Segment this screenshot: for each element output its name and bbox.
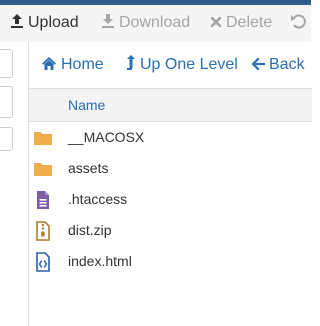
undo-icon [290, 13, 306, 35]
level-up-icon [126, 55, 136, 77]
file-list: __MACOSX assets .htaccess dist.zip index… [29, 122, 312, 277]
back-button[interactable]: Back [251, 55, 305, 77]
html-file-icon [33, 252, 53, 272]
table-row[interactable]: dist.zip [29, 215, 312, 246]
home-icon [41, 56, 57, 77]
table-row[interactable]: assets [29, 153, 312, 184]
delete-button[interactable]: Delete [210, 13, 272, 33]
download-button[interactable]: Download [101, 13, 190, 33]
upload-icon [10, 13, 24, 35]
file-name: index.html [68, 253, 132, 269]
name-column-header[interactable]: Name [68, 96, 105, 114]
home-label: Home [61, 56, 104, 73]
table-row[interactable]: index.html [29, 246, 312, 277]
download-label: Download [119, 14, 191, 31]
file-name: assets [68, 160, 109, 176]
left-panel [0, 42, 13, 326]
file-name: .htaccess [68, 191, 128, 207]
undo-button[interactable] [290, 13, 310, 33]
file-name: dist.zip [68, 222, 112, 238]
toolbar: Upload Download Delete [0, 0, 311, 42]
file-pane: Home Up One Level Back Name __MACOSX ass… [28, 42, 312, 326]
left-panel-field[interactable] [0, 86, 13, 118]
folder-icon [33, 159, 53, 179]
upload-button[interactable]: Upload [10, 13, 79, 33]
table-row[interactable]: __MACOSX [29, 122, 312, 153]
folder-icon [33, 128, 53, 148]
left-panel-field[interactable] [0, 49, 13, 78]
zip-file-icon [33, 221, 53, 241]
file-name: __MACOSX [68, 129, 145, 145]
close-icon [210, 15, 222, 35]
upload-label: Upload [28, 14, 79, 31]
text-file-icon [33, 190, 53, 210]
left-panel-field[interactable] [0, 127, 13, 151]
table-header: Name [29, 89, 312, 122]
download-icon [101, 13, 115, 35]
up-one-level-button[interactable]: Up One Level [126, 55, 238, 77]
up-one-level-label: Up One Level [140, 56, 238, 73]
table-row[interactable]: .htaccess [29, 184, 312, 215]
toolbar-top-border [0, 0, 311, 5]
delete-label: Delete [226, 14, 273, 31]
back-label: Back [269, 56, 305, 73]
arrow-left-icon [251, 57, 266, 77]
home-button[interactable]: Home [41, 55, 104, 77]
navigation-bar: Home Up One Level Back [29, 42, 312, 89]
